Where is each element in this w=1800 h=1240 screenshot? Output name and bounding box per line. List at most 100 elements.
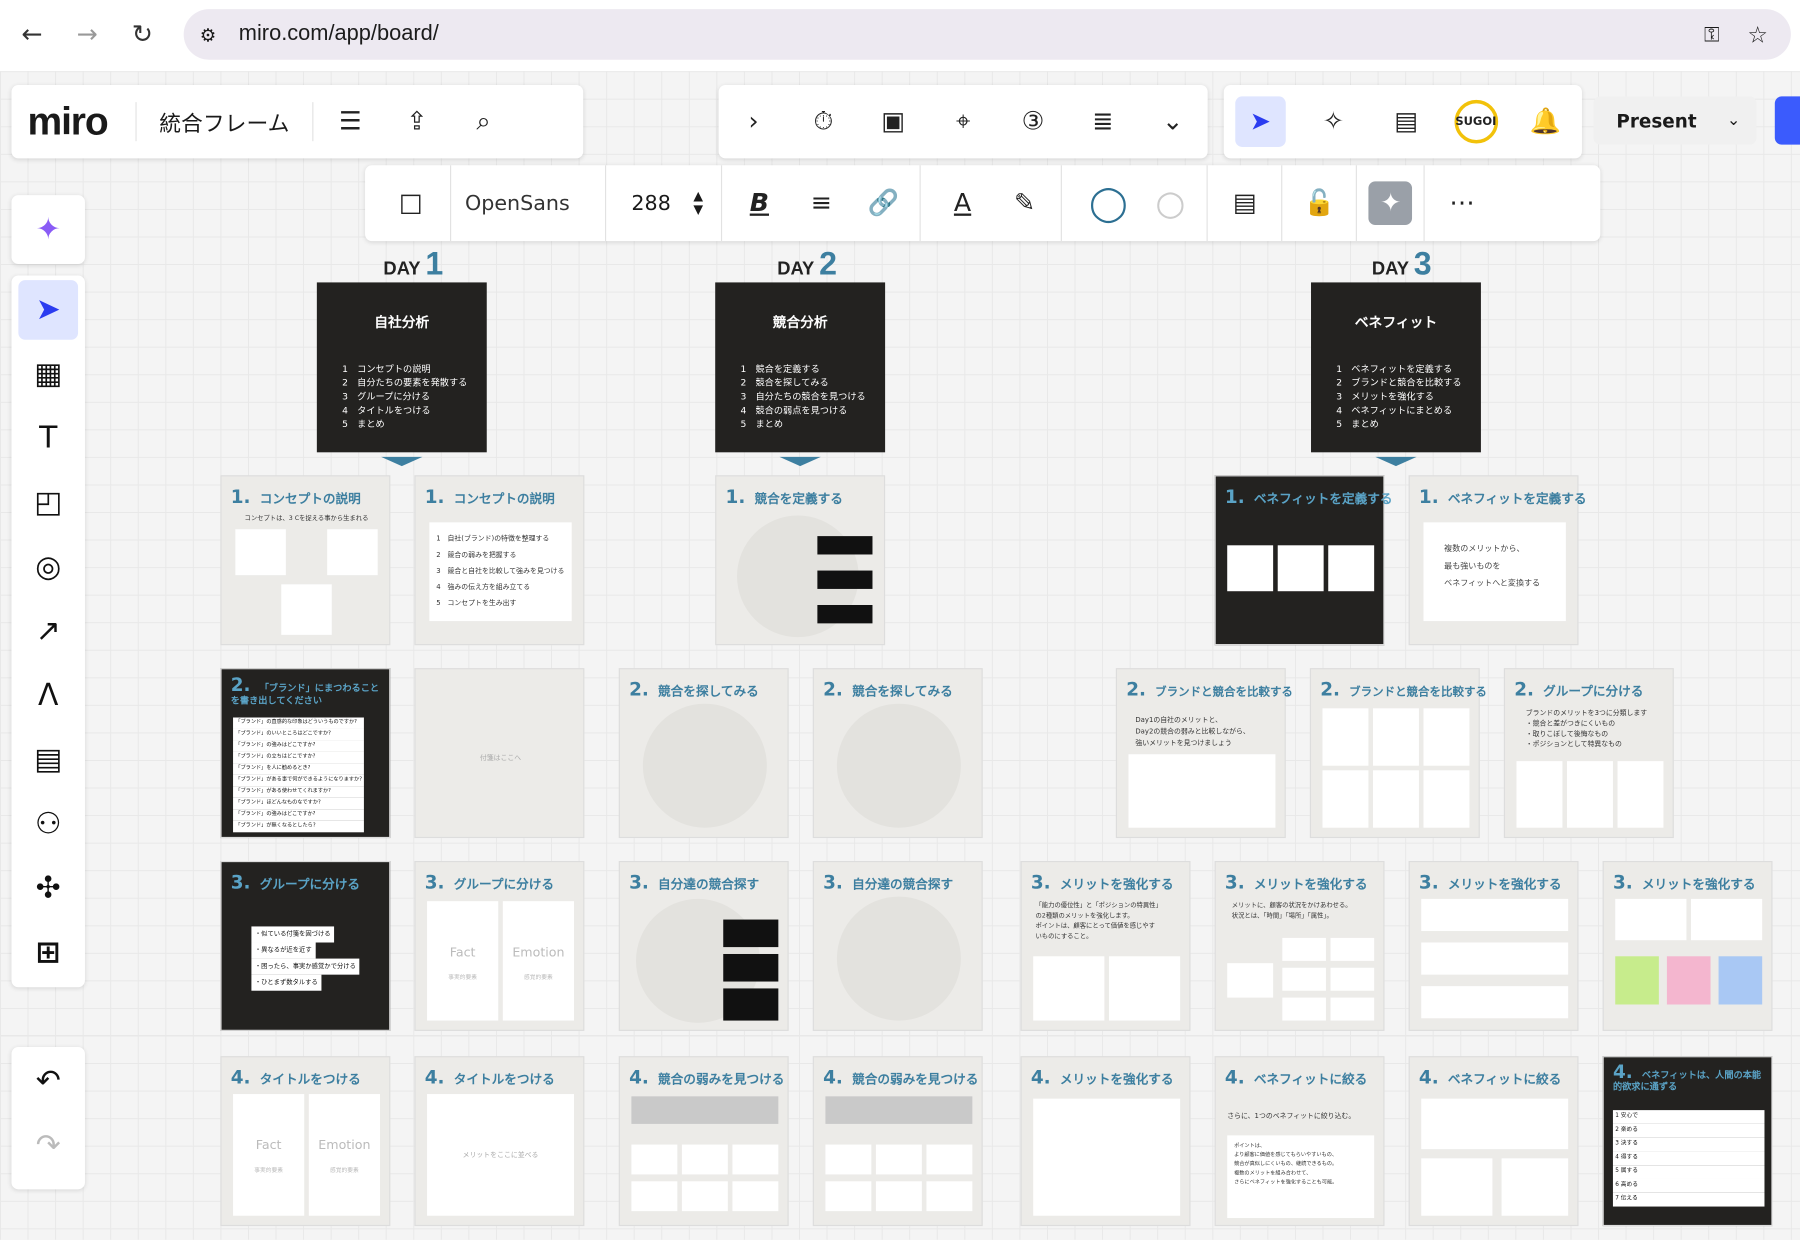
focus-icon[interactable]: ⌖ bbox=[938, 96, 989, 147]
frame[interactable]: 4. ベネフィットに絞る bbox=[1408, 1056, 1579, 1227]
frame[interactable]: 4. 競合の弱みを見つける bbox=[812, 1056, 983, 1227]
text-line: 1 安心で bbox=[1612, 1110, 1765, 1124]
frame-title: ベネフィットに絞る bbox=[1447, 1072, 1562, 1088]
notes-icon[interactable]: ≣ bbox=[1078, 96, 1129, 147]
frame[interactable]: 2. ブランドと競合を比較する Day1の自社のメリットと、 Day2の競合の弱みと… bbox=[1115, 668, 1293, 839]
frame[interactable]: 3. グループに分ける ・似ている付箋を固づける ・異なるが近を近す ・困ったら、… bbox=[220, 861, 391, 1031]
comment-add-icon[interactable]: ▤ bbox=[1220, 178, 1271, 229]
frame[interactable]: 4. タイトルをつける Fact 事実的要素 Emotion 感覚的要素 bbox=[220, 1056, 391, 1227]
frame[interactable]: 4. ベネフィットは、人間の本能的欲求に通ずる 1 安心で 2 楽める 3 決する… bbox=[1602, 1056, 1773, 1227]
share-button[interactable] bbox=[1774, 96, 1800, 145]
frame[interactable]: 1. コンセプトの説明 1 自社(ブランド)の特徴を整理する 2 競合の弱みを把握す… bbox=[414, 475, 585, 646]
ai-assist-icon[interactable]: ✦ bbox=[11, 195, 85, 265]
frame[interactable]: 4. メリットを強化する bbox=[1020, 1056, 1191, 1227]
select-tool-icon[interactable]: ➤ bbox=[18, 280, 79, 340]
star-icon[interactable]: ☆ bbox=[1747, 21, 1768, 49]
font-select[interactable]: OpenSans bbox=[465, 191, 594, 215]
comment-icon[interactable]: ▤ bbox=[1381, 96, 1432, 147]
frame[interactable]: 付箋はここへ bbox=[414, 668, 585, 839]
frame[interactable]: 2. 「ブランド」にまつわることを書き出してください 「ブランド」の直感的な印象は… bbox=[220, 668, 391, 839]
frame[interactable]: 3. 自分達の競合探す bbox=[812, 861, 983, 1031]
frame-title: 自分達の競合探す bbox=[852, 877, 954, 892]
shapes-icon[interactable]: ◎ bbox=[18, 537, 78, 597]
fill-color-icon[interactable]: ○ bbox=[1145, 178, 1196, 229]
present-button[interactable]: Present bbox=[1616, 110, 1696, 132]
link-icon[interactable]: 🔗 bbox=[858, 178, 909, 229]
undo-icon[interactable]: ↶ bbox=[18, 1052, 78, 1112]
menu-icon[interactable]: ☰ bbox=[325, 96, 376, 147]
frame[interactable]: 2. グループに分ける ブランドのメリットを3つに分類します ・競合と差がつきにくい… bbox=[1503, 668, 1674, 839]
frame[interactable]: 3. 自分達の競合探す bbox=[618, 861, 789, 1031]
celebrate-icon[interactable]: ✧ bbox=[1308, 96, 1359, 147]
frame-number: 1. bbox=[424, 485, 445, 508]
key-icon[interactable]: ⚿ bbox=[1704, 22, 1720, 46]
search-icon[interactable]: ⌕ bbox=[458, 96, 509, 147]
chevron-right-icon[interactable]: › bbox=[728, 96, 779, 147]
chevron-down-icon[interactable]: ⌄ bbox=[1147, 96, 1198, 147]
line-tool-icon[interactable]: ↗ bbox=[18, 602, 78, 662]
video-icon[interactable]: ▣ bbox=[868, 96, 919, 147]
align-center-icon[interactable]: ≡ bbox=[796, 178, 847, 229]
font-size-input[interactable]: 288 bbox=[631, 191, 682, 215]
title-card-benefit[interactable]: ベネフィット 1 ベネフィットを定義する 2 ブランドと競合を比較する 3 メリット… bbox=[1311, 282, 1481, 453]
forward-icon[interactable]: → bbox=[69, 16, 106, 53]
frame-title: 競合を定義する bbox=[754, 491, 843, 507]
font-size-stepper-icon[interactable]: ▲ ▼ bbox=[693, 189, 703, 217]
title-card-competitor-analysis[interactable]: 競合分析 1 競合を定義する 2 競合を探してみる 3 自分たちの競合を見つける 4 … bbox=[715, 282, 886, 453]
miro-logo[interactable]: miro bbox=[28, 99, 109, 144]
comment-tool-icon[interactable]: ▤ bbox=[18, 730, 78, 790]
text-tool-icon[interactable]: T bbox=[18, 409, 78, 469]
bold-icon[interactable]: B bbox=[734, 178, 785, 229]
frame[interactable]: 1. コンセプトの説明 コンセプトは、3 Cを捉える事から生まれる bbox=[220, 475, 391, 646]
sticky-note-icon[interactable]: ◰ bbox=[18, 473, 78, 533]
lock-icon[interactable]: 🔓 bbox=[1294, 178, 1345, 229]
agenda-item: 4 タイトルをつける bbox=[342, 405, 431, 416]
frame-title: グループに分ける bbox=[453, 877, 554, 892]
back-icon[interactable]: ← bbox=[14, 16, 51, 53]
frame[interactable]: 4. ベネフィットに絞る さらに、1つのベネフィットに絞り込む。 ポイントは、 より… bbox=[1214, 1056, 1385, 1227]
frame[interactable]: 2. 競合を探してみる bbox=[812, 668, 983, 839]
frame[interactable]: 3. メリットを強化する メリットに、顧客の状況をかけあわせる。 状況とは、「時間」… bbox=[1214, 861, 1385, 1031]
frame[interactable]: 2. ブランドと競合を比較する bbox=[1309, 668, 1487, 839]
frame[interactable]: 1. 競合を定義する bbox=[715, 475, 886, 646]
reload-icon[interactable]: ↻ bbox=[124, 16, 161, 53]
bell-icon[interactable]: 🔔 bbox=[1520, 96, 1571, 147]
pen-tool-icon[interactable]: Λ bbox=[18, 666, 78, 726]
templates-icon[interactable]: ▦ bbox=[18, 344, 78, 404]
frame[interactable]: 1. ベネフィットを定義する 複数のメリットから、 最も強いものを ベネフィットへと変… bbox=[1408, 475, 1587, 646]
present-chevron-icon[interactable]: ⌄ bbox=[1727, 111, 1740, 129]
cursor-icon[interactable]: ➤ bbox=[1235, 96, 1286, 147]
input-area bbox=[926, 1144, 973, 1175]
apps-icon[interactable]: ✣ bbox=[18, 859, 78, 919]
shape-square-icon[interactable]: □ bbox=[386, 178, 437, 229]
redo-icon[interactable]: ↷ bbox=[18, 1116, 78, 1176]
frame[interactable]: 3. グループに分ける Fact 事実的要素 Emotion 感覚的要素 bbox=[414, 861, 585, 1031]
border-color-icon[interactable]: ◯ bbox=[1083, 178, 1134, 229]
agenda-item: 5 まとめ bbox=[1336, 419, 1379, 430]
more-options-icon[interactable]: ⋯ bbox=[1437, 178, 1488, 229]
board-name[interactable]: 統合フレーム bbox=[159, 106, 289, 137]
frame[interactable]: 4. タイトルをつける メリットをここに並べる bbox=[414, 1056, 585, 1227]
frame-title: メリットを強化する bbox=[1253, 877, 1368, 892]
emotion-label: Emotion bbox=[512, 944, 565, 960]
share-upload-icon[interactable]: ⇪ bbox=[392, 96, 443, 147]
ai-sparkle-icon[interactable]: ✦ bbox=[1368, 181, 1413, 226]
sugoi-badge-icon[interactable]: SUGOI bbox=[1454, 99, 1498, 144]
frame[interactable]: 1. ベネフィットを定義する bbox=[1214, 475, 1393, 646]
address-bar[interactable]: ⚙ miro.com/app/board/ ⚿ ☆ bbox=[183, 9, 1791, 60]
frame[interactable]: 3. メリットを強化する 「能力の優位性」と「ポジションの特異性」 の2種類のメリッ… bbox=[1020, 861, 1191, 1031]
highlight-icon[interactable]: ✎ bbox=[999, 178, 1050, 229]
frame-number: 2. bbox=[1514, 678, 1534, 701]
site-settings-icon[interactable]: ⚙ bbox=[200, 24, 216, 46]
diagram-icon[interactable]: ⚇ bbox=[18, 794, 78, 854]
title-card-self-analysis[interactable]: 自社分析 1 コンセプトの説明 2 自分たちの要素を発散する 3 グループに分ける 4… bbox=[316, 282, 487, 453]
timer-icon[interactable]: ⏱ bbox=[798, 96, 849, 147]
frame[interactable]: 2. 競合を探してみる bbox=[618, 668, 789, 839]
input-area bbox=[1421, 942, 1569, 975]
frame[interactable]: 3. メリットを強化する bbox=[1408, 861, 1579, 1031]
frame[interactable]: 4. 競合の弱みを見つける bbox=[618, 1056, 789, 1227]
text-color-icon[interactable]: A bbox=[937, 178, 988, 229]
frame[interactable]: 3. メリットを強化する bbox=[1602, 861, 1773, 1031]
counter-icon[interactable]: ③ bbox=[1008, 96, 1059, 147]
add-more-icon[interactable]: ⊞ bbox=[18, 923, 78, 983]
